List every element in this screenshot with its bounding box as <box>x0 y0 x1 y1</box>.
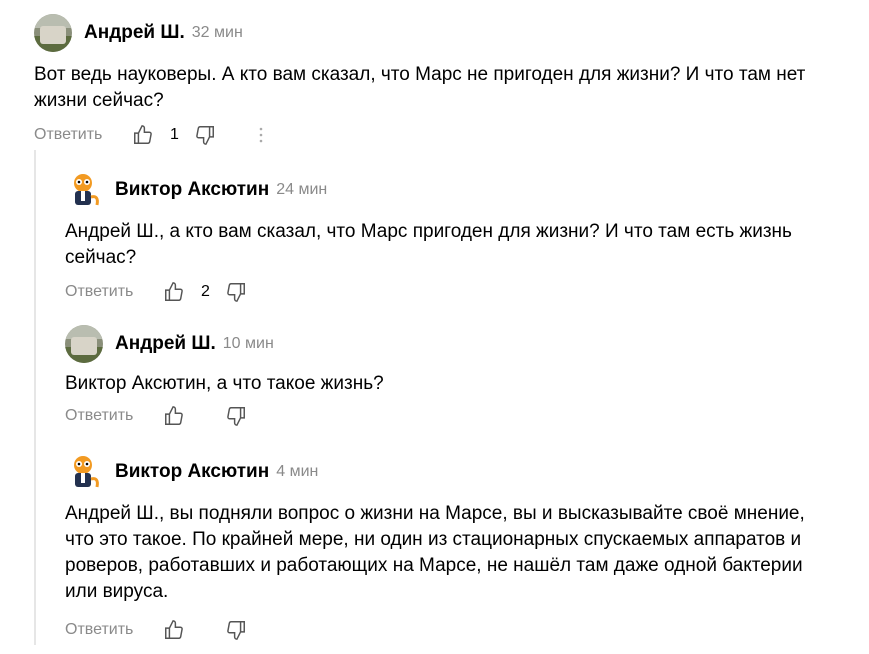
comment: Андрей Ш. 10 мин Виктор Аксютин, а что т… <box>65 325 835 429</box>
like-count: 1 <box>169 126 179 143</box>
thumbs-up-icon[interactable] <box>163 619 185 641</box>
user-avatar[interactable] <box>65 453 103 491</box>
comment: Виктор Аксютин 4 мин Андрей Ш., вы подня… <box>65 453 835 643</box>
reply-button[interactable]: Ответить <box>65 621 133 639</box>
user-avatar[interactable] <box>34 14 72 52</box>
comment-author[interactable]: Виктор Аксютин <box>115 461 269 483</box>
thumbs-down-icon[interactable] <box>194 124 216 146</box>
thumbs-up-icon[interactable] <box>132 124 154 146</box>
comment: Виктор Аксютин 24 мин Андрей Ш., а кто в… <box>65 171 835 305</box>
thumbs-down-icon[interactable] <box>225 405 247 427</box>
more-vertical-icon[interactable] <box>256 124 266 146</box>
comment-text: Виктор Аксютин, а что такое жизнь? <box>65 373 384 394</box>
comment-text: Вот ведь науковеры. А кто вам сказал, чт… <box>34 64 806 111</box>
user-avatar[interactable] <box>65 325 103 363</box>
comment-time: 4 мин <box>276 463 319 480</box>
reply-button[interactable]: Ответить <box>65 283 133 301</box>
reply-button[interactable]: Ответить <box>34 126 102 144</box>
comment-author[interactable]: Виктор Аксютин <box>115 179 269 201</box>
thumbs-down-icon[interactable] <box>225 619 247 641</box>
thumbs-up-icon[interactable] <box>163 405 185 427</box>
reply-button[interactable]: Ответить <box>65 407 133 425</box>
thumbs-up-icon[interactable] <box>163 281 185 303</box>
comment: Андрей Ш. 32 мин Вот ведь науковеры. А к… <box>34 14 834 148</box>
comment-text: Андрей Ш., вы подняли вопрос о жизни на … <box>65 503 805 602</box>
like-count: 2 <box>200 283 210 300</box>
comment-text: Андрей Ш., а кто вам сказал, что Марс пр… <box>65 221 792 268</box>
comment-time: 32 мин <box>191 24 243 41</box>
thumbs-down-icon[interactable] <box>225 281 247 303</box>
user-avatar[interactable] <box>65 171 103 209</box>
comment-author[interactable]: Андрей Ш. <box>84 22 185 44</box>
thread-line <box>34 150 36 645</box>
comment-author[interactable]: Андрей Ш. <box>115 333 216 355</box>
comment-time: 10 мин <box>222 335 274 352</box>
comment-time: 24 мин <box>276 181 328 198</box>
